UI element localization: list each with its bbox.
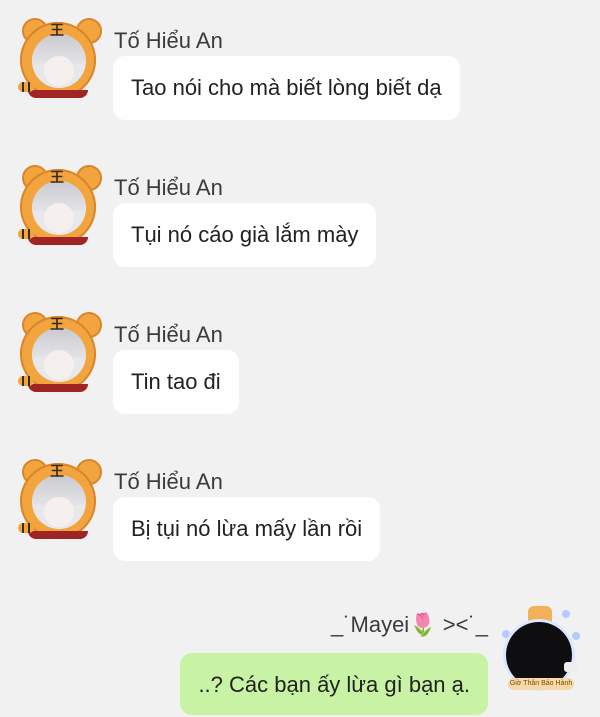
my-name-suffix: ><˙_ [442, 612, 488, 637]
message-bubble[interactable]: Tụi nó cáo già lắm mày [113, 203, 377, 267]
avatar-portrait [32, 34, 86, 88]
sender-name: Tố Hiểu An [114, 28, 223, 53]
sparkle-icon [572, 632, 580, 640]
message-bubble[interactable]: Tin tao đi [113, 350, 239, 414]
my-sender-name: _˙Mayei🌷 ><˙_ [331, 612, 488, 638]
tiger-mark-icon: 王 [50, 316, 64, 332]
message-bubble[interactable]: Bị tụi nó lừa mấy lần rồi [113, 497, 381, 561]
avatar-portrait [32, 328, 86, 382]
avatar-portrait [32, 475, 86, 529]
chat-dots-icon [564, 662, 578, 672]
avatar-badge: Giờ Thân Bảo Hành [508, 678, 574, 690]
tiger-tail-icon [18, 229, 34, 239]
my-avatar[interactable]: Giờ Thân Bảo Hành [502, 602, 582, 696]
my-message-bubble[interactable]: ..? Các bạn ấy lừa gì bạn ạ. [180, 653, 488, 715]
sparkle-icon [502, 630, 510, 638]
tiger-mark-icon: 王 [50, 463, 64, 479]
my-name-prefix: _˙Mayei [330, 612, 410, 637]
sparkle-icon [562, 610, 570, 618]
tiger-mark-icon: 王 [50, 169, 64, 185]
avatar-portrait [32, 181, 86, 235]
sender-avatar[interactable]: 王 [18, 18, 102, 102]
sender-name: Tố Hiểu An [114, 322, 223, 347]
tulip-emoji-icon: 🌷 [409, 612, 437, 637]
avatar-collar [28, 90, 88, 98]
tiger-tail-icon [18, 523, 34, 533]
sender-avatar[interactable]: 王 [18, 459, 102, 543]
sender-name: Tố Hiểu An [114, 175, 223, 200]
avatar-collar [28, 237, 88, 245]
sender-avatar[interactable]: 王 [18, 312, 102, 396]
sender-avatar[interactable]: 王 [18, 165, 102, 249]
tiger-tail-icon [18, 82, 34, 92]
avatar-collar [28, 531, 88, 539]
sender-name: Tố Hiểu An [114, 469, 223, 494]
avatar-collar [28, 384, 88, 392]
message-bubble[interactable]: Tao nói cho mà biết lòng biết dạ [113, 56, 460, 120]
tiger-tail-icon [18, 376, 34, 386]
tiger-mark-icon: 王 [50, 22, 64, 38]
